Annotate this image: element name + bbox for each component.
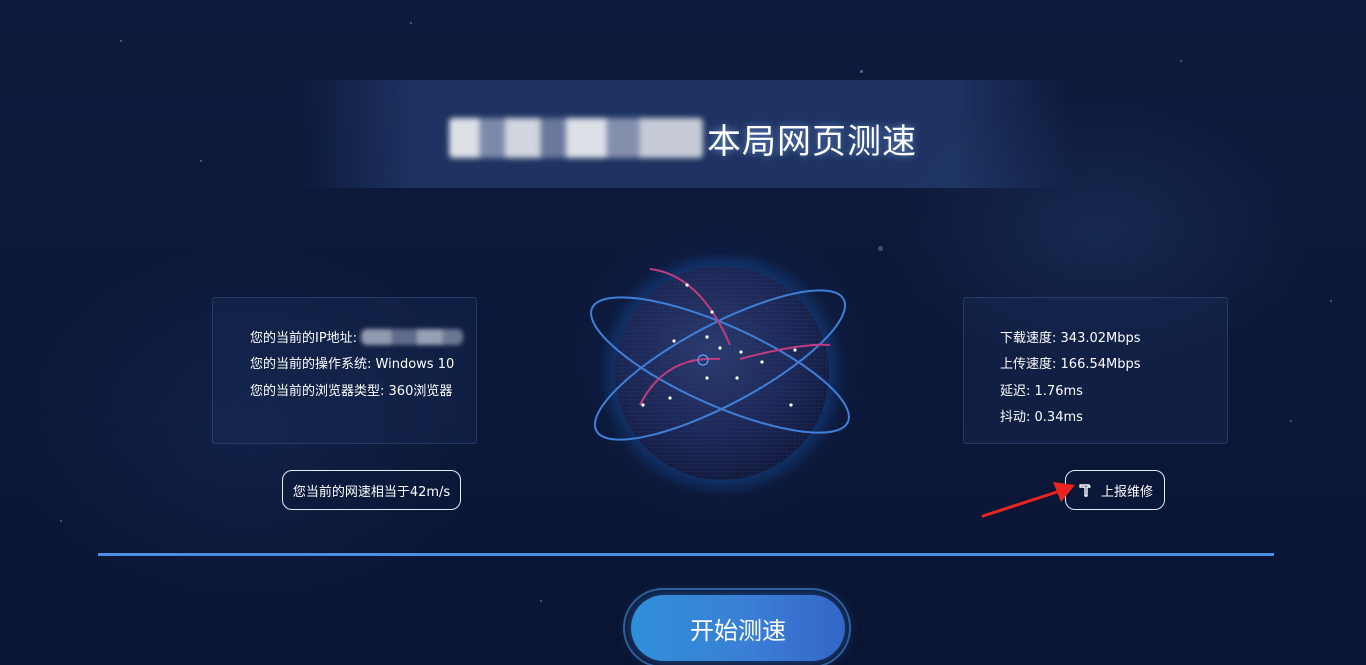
browser-value: 360浏览器 bbox=[388, 384, 453, 399]
upload-row: 上传速度: 166.54Mbps bbox=[1000, 353, 1141, 372]
globe-node bbox=[668, 396, 672, 400]
star bbox=[410, 22, 412, 24]
speed-equivalent-label: 您当前的网速相当于42m/s bbox=[292, 484, 451, 500]
star bbox=[860, 70, 863, 73]
globe-grid bbox=[615, 266, 829, 480]
globe-node bbox=[705, 376, 709, 380]
download-row: 下载速度: 343.02Mbps bbox=[1000, 327, 1141, 346]
globe-node bbox=[705, 335, 709, 339]
start-test-label: 开始测速 bbox=[690, 616, 786, 645]
globe-node bbox=[735, 376, 739, 380]
redacted-title-prefix bbox=[449, 118, 703, 158]
annotation-arrow bbox=[981, 482, 1075, 518]
jitter-value: 0.34ms bbox=[1034, 410, 1083, 425]
globe-node bbox=[760, 360, 764, 364]
speed-equivalent-button[interactable]: 您当前的网速相当于42m/s bbox=[282, 470, 461, 510]
page-title: 本局网页测速 bbox=[0, 108, 1366, 168]
star bbox=[1180, 60, 1182, 62]
jitter-row: 抖动: 0.34ms bbox=[1000, 406, 1083, 425]
globe-node bbox=[685, 283, 689, 287]
latency-value: 1.76ms bbox=[1034, 384, 1083, 399]
ip-row: 您的当前的IP地址: bbox=[250, 327, 464, 346]
jitter-label: 抖动: bbox=[1000, 410, 1031, 425]
start-test-button[interactable]: 开始测速 bbox=[631, 595, 845, 661]
star bbox=[1290, 420, 1292, 422]
redacted-ip-value bbox=[361, 329, 464, 345]
page-title-text: 本局网页测速 bbox=[707, 121, 917, 162]
os-value: Windows 10 bbox=[375, 357, 455, 372]
report-repair-label: 上报维修 bbox=[1100, 484, 1153, 500]
globe-node bbox=[710, 310, 714, 314]
star bbox=[1330, 300, 1332, 302]
ip-label: 您的当前的IP地址: bbox=[250, 331, 358, 346]
star bbox=[540, 600, 542, 602]
divider-line bbox=[98, 553, 1274, 556]
os-row: 您的当前的操作系统: Windows 10 bbox=[250, 353, 454, 372]
star bbox=[60, 520, 62, 522]
star bbox=[878, 246, 883, 251]
os-label: 您的当前的操作系统: bbox=[250, 357, 372, 372]
globe-node bbox=[793, 348, 797, 352]
download-label: 下载速度: bbox=[1000, 331, 1057, 346]
globe-node bbox=[718, 346, 722, 350]
upload-label: 上传速度: bbox=[1000, 357, 1057, 372]
latency-row: 延迟: 1.76ms bbox=[1000, 380, 1083, 399]
globe-node bbox=[739, 350, 743, 354]
speedtest-page: 本局网页测速 您的当前的IP地址: 您的当前的操作系统: Windows 10 … bbox=[0, 0, 1366, 665]
globe-node bbox=[672, 339, 676, 343]
download-value: 343.02Mbps bbox=[1060, 331, 1141, 346]
latency-label: 延迟: bbox=[1000, 384, 1031, 399]
globe-node bbox=[789, 403, 793, 407]
star bbox=[120, 40, 122, 42]
upload-value: 166.54Mbps bbox=[1060, 357, 1141, 372]
globe-node bbox=[641, 403, 645, 407]
browser-row: 您的当前的浏览器类型: 360浏览器 bbox=[250, 380, 452, 399]
globe-illustration bbox=[590, 255, 850, 495]
browser-label: 您的当前的浏览器类型: bbox=[250, 384, 385, 399]
